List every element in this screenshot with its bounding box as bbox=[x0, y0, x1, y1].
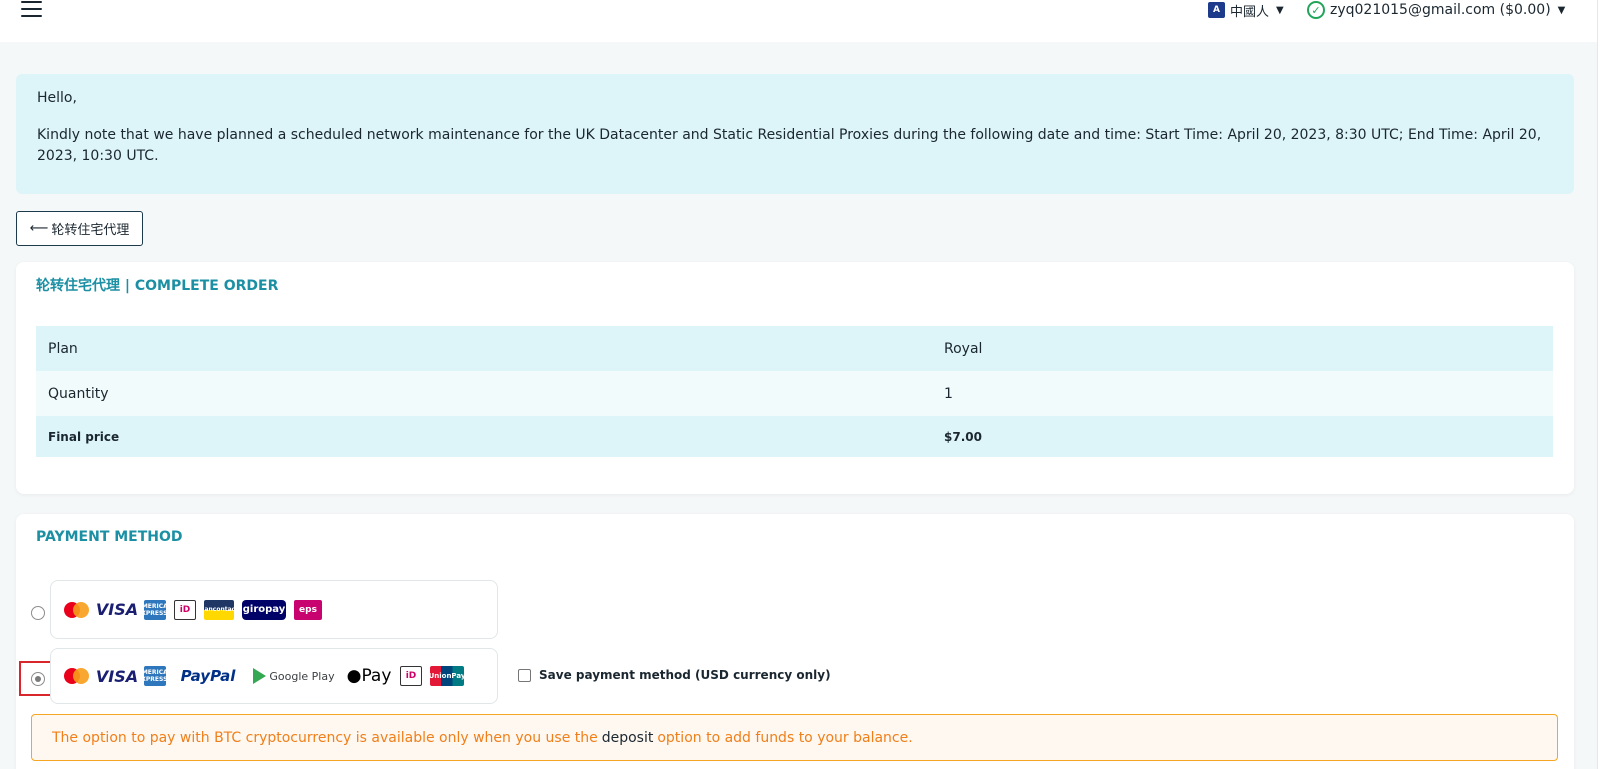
apple-pay-label: Pay bbox=[361, 666, 392, 686]
btc-notice-text: The option to pay with BTC cryptocurrenc… bbox=[52, 729, 598, 746]
visa-logo: VISA bbox=[95, 600, 139, 619]
translate-icon: A bbox=[1208, 2, 1225, 18]
arrow-left-icon: ⟵ bbox=[29, 221, 49, 236]
btc-notice-text-end: option to add funds to your balance. bbox=[657, 729, 913, 746]
google-play-icon bbox=[253, 668, 267, 684]
save-payment-label: Save payment method (USD currency only) bbox=[539, 668, 831, 682]
save-payment-checkbox[interactable] bbox=[518, 668, 531, 682]
chevron-down-icon: ▼ bbox=[1557, 4, 1566, 16]
mastercard-logo bbox=[62, 666, 90, 686]
row-value: 1 bbox=[944, 385, 953, 402]
hamburger-menu-icon[interactable] bbox=[21, 0, 43, 18]
payment-title: PAYMENT METHOD bbox=[36, 529, 183, 545]
row-value: Royal bbox=[944, 340, 983, 357]
apple-pay-logo: ● Pay bbox=[346, 666, 392, 686]
row-label: Final price bbox=[48, 429, 120, 444]
table-row: Plan Royal bbox=[36, 326, 1553, 371]
unionpay-logo: UnionPay bbox=[429, 666, 465, 686]
visa-logo: VISA bbox=[95, 666, 139, 686]
payment-option-2-radio[interactable] bbox=[31, 672, 45, 686]
payment-option-1-radio[interactable] bbox=[31, 606, 45, 620]
payment-option-2[interactable]: VISA AMERICAN EXPRESS PayPal Google Play… bbox=[50, 648, 498, 704]
check-circle-icon: ✓ bbox=[1307, 1, 1325, 19]
notice-message: Kindly note that we have planned a sched… bbox=[37, 127, 1542, 164]
save-payment-method[interactable]: Save payment method (USD currency only) bbox=[518, 668, 831, 682]
language-label: 中國人 bbox=[1230, 4, 1270, 20]
notice-greeting: Hello, bbox=[37, 90, 77, 106]
amex-logo: AMERICAN EXPRESS bbox=[137, 666, 173, 686]
back-button[interactable]: ⟵ 轮转住宅代理 bbox=[16, 211, 143, 246]
eps-logo: eps bbox=[294, 599, 322, 620]
back-button-label: 轮转住宅代理 bbox=[51, 223, 130, 238]
ideal-logo: iD bbox=[174, 599, 196, 620]
order-title: 轮转住宅代理 | COMPLETE ORDER bbox=[36, 278, 279, 294]
payment-option-1[interactable]: VISA AMERICAN EXPRESS iD Bancontact giro… bbox=[50, 580, 498, 639]
amex-logo: AMERICAN EXPRESS bbox=[137, 599, 173, 620]
mastercard-logo bbox=[62, 600, 90, 620]
account-menu[interactable]: ✓ zyq021015@gmail.com ($0.00) ▼ bbox=[1307, 0, 1565, 20]
account-label: zyq021015@gmail.com ($0.00) bbox=[1330, 2, 1551, 18]
row-value: $7.00 bbox=[944, 429, 982, 444]
language-selector[interactable]: A 中國人 ▼ bbox=[1208, 0, 1284, 20]
paypal-logo: PayPal bbox=[180, 667, 236, 685]
order-summary-card: 轮转住宅代理 | COMPLETE ORDER Plan Royal Quant… bbox=[16, 262, 1574, 494]
maintenance-notice: Hello, Kindly note that we have planned … bbox=[16, 74, 1574, 194]
deposit-link[interactable]: deposit bbox=[602, 730, 654, 746]
giropay-logo: giropay bbox=[242, 599, 286, 620]
google-play-logo: Google Play bbox=[250, 666, 338, 686]
table-row: Quantity 1 bbox=[36, 371, 1553, 416]
top-navbar: A 中國人 ▼ ✓ zyq021015@gmail.com ($0.00) ▼ bbox=[0, 0, 1597, 42]
bancontact-logo: Bancontact bbox=[200, 599, 238, 620]
row-label: Plan bbox=[48, 340, 78, 357]
chevron-down-icon: ▼ bbox=[1276, 4, 1284, 16]
page-scrollbar[interactable] bbox=[1597, 0, 1614, 769]
table-row: Final price $7.00 bbox=[36, 416, 1553, 457]
row-label: Quantity bbox=[48, 385, 109, 402]
btc-notice: The option to pay with BTC cryptocurrenc… bbox=[31, 714, 1558, 761]
apple-icon: ● bbox=[346, 666, 362, 686]
google-play-label: Google Play bbox=[269, 669, 335, 683]
order-table: Plan Royal Quantity 1 Final price $7.00 bbox=[36, 326, 1553, 457]
ideal-logo: iD bbox=[400, 666, 422, 686]
